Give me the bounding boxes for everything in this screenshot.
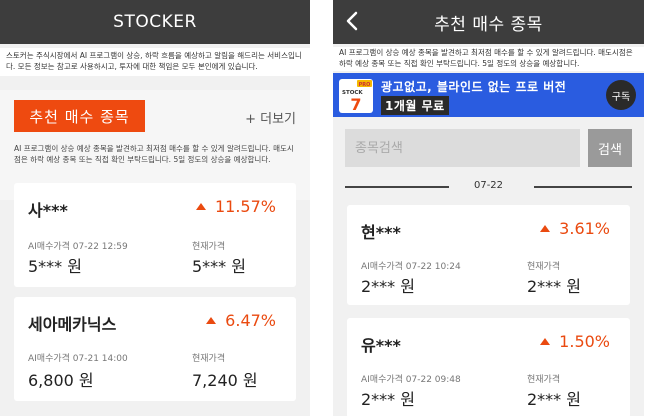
more-link[interactable]: + 더보기	[245, 108, 296, 127]
page-header: 추천 매수 종목	[333, 0, 644, 44]
stock-card[interactable]: 현*** 3.61% AI매수가격 07-22 10:24 2*** 원 현재가…	[347, 205, 630, 305]
back-arrow-icon[interactable]	[341, 9, 365, 33]
stock-name: 세아메카닉스	[28, 315, 117, 334]
change-rate: 3.61%	[540, 219, 610, 238]
recommend-buy-button[interactable]: 추천 매수 종목	[14, 100, 145, 132]
recommend-list-screen: 추천 매수 종목 AI 프로그램이 상승 예상 종목을 발견하고 최저점 매수를…	[333, 0, 644, 416]
change-value: 1.50%	[559, 332, 610, 351]
current-price: 5*** 원	[192, 257, 246, 276]
ai-buy-label: AI매수가격 07-22 10:24	[361, 262, 461, 272]
stock-card[interactable]: 세아메카닉스 6.47% AI매수가격 07-21 14:00 6,800 원 …	[14, 297, 296, 401]
subscribe-button[interactable]: 구독	[606, 80, 636, 110]
ai-buy-label: AI매수가격 07-22 12:59	[28, 242, 128, 252]
ai-buy-price: 5*** 원	[28, 257, 82, 276]
change-rate: 1.50%	[540, 332, 610, 351]
svg-text:7: 7	[350, 95, 361, 113]
service-notice: 스토커는 주식시장에서 AI 프로그램이 상승, 하락 흐름을 예상하고 알림을…	[0, 48, 310, 76]
up-arrow-icon	[540, 225, 551, 232]
current-price: 2*** 원	[527, 390, 581, 409]
svg-text:PRO: PRO	[359, 82, 371, 88]
divider	[534, 186, 632, 188]
current-price-label: 현재가격	[192, 354, 226, 364]
section-description: AI 프로그램이 상승 예상 종목을 발견하고 최저점 매수를 할 수 있게 알…	[14, 144, 294, 164]
ai-buy-price: 6,800 원	[28, 371, 94, 390]
change-rate: 6.47%	[206, 311, 276, 330]
ai-buy-price: 2*** 원	[361, 390, 415, 409]
stocker-home-screen: STOCKER 스토커는 주식시장에서 AI 프로그램이 상승, 하락 흐름을 …	[0, 0, 310, 416]
promo-headline: 광고없고, 블라인드 없는 프로 버전	[381, 80, 567, 94]
stock-name: 유***	[361, 336, 401, 355]
pro-promo-banner[interactable]: PRO STOCK 7 광고없고, 블라인드 없는 프로 버전 1개월 무료 구…	[333, 73, 644, 117]
current-price-label: 현재가격	[192, 242, 226, 252]
stock-name: 사***	[28, 201, 68, 220]
ai-buy-label: AI매수가격 07-22 09:48	[361, 375, 461, 385]
stock-card[interactable]: 유*** 1.50% AI매수가격 07-22 09:48 2*** 원 현재가…	[347, 318, 630, 416]
app-header: STOCKER	[0, 0, 310, 44]
stock-name: 현***	[361, 223, 401, 242]
stock-card[interactable]: 사*** 11.57% AI매수가격 07-22 12:59 5*** 원 현재…	[14, 183, 296, 287]
change-value: 6.47%	[225, 311, 276, 330]
change-value: 3.61%	[559, 219, 610, 238]
search-button[interactable]: 검색	[588, 129, 632, 167]
stocker-pro-logo-icon: PRO STOCK 7	[339, 79, 373, 113]
page-title: 추천 매수 종목	[434, 14, 543, 35]
app-title: STOCKER	[113, 12, 197, 32]
current-price: 2*** 원	[527, 277, 581, 296]
current-price-label: 현재가격	[527, 375, 561, 385]
current-price-label: 현재가격	[527, 262, 561, 272]
promo-free-trial: 1개월 무료	[381, 96, 449, 115]
up-arrow-icon	[540, 338, 551, 345]
up-arrow-icon	[206, 317, 217, 324]
change-rate: 11.57%	[195, 197, 276, 216]
section-description: AI 프로그램이 상승 예상 종목을 발견하고 최저점 매수를 할 수 있게 알…	[333, 47, 644, 71]
change-value: 11.57%	[214, 197, 276, 216]
ai-buy-label: AI매수가격 07-21 14:00	[28, 354, 128, 364]
stock-search-input[interactable]	[345, 129, 580, 167]
current-price: 7,240 원	[192, 371, 258, 390]
up-arrow-icon	[195, 203, 206, 210]
ai-buy-price: 2*** 원	[361, 277, 415, 296]
